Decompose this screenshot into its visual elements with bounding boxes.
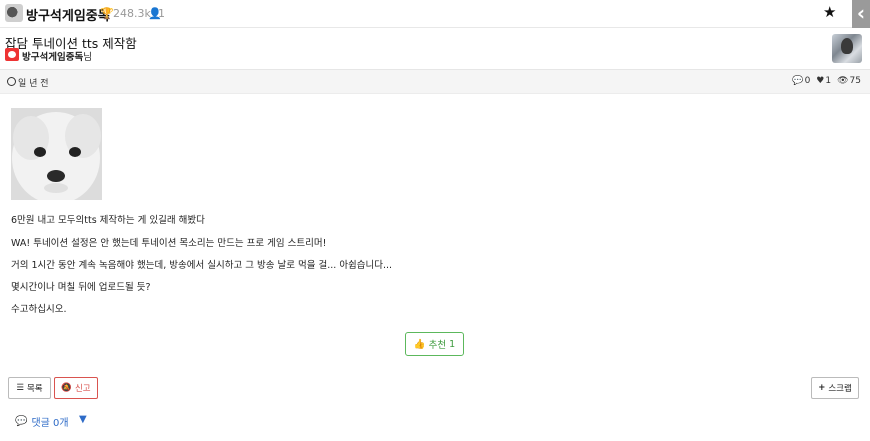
like-count: 1 [825,76,832,86]
post-time: 일 년 전 [18,79,49,89]
dog-photo [11,108,102,200]
triangle-down-icon[interactable]: ▼ [79,414,87,425]
bell-slash-icon: 🔕 [61,383,72,393]
author-name: 방구석게임중독 [22,52,84,63]
subscriber-count: 248.3k [113,7,151,20]
post-info-bar: 일 년 전 💬0 ♥1 👁75 [0,69,870,94]
post-body-line: 수고하십시오. [11,304,67,315]
post-stats: 💬0 ♥1 👁75 [792,76,861,86]
author-avatar[interactable] [832,34,862,63]
eye-icon: 👁 [837,76,849,86]
comments-toggle[interactable]: 💬 댓글 0개 [15,414,69,429]
clock-icon [7,77,16,86]
list-icon: ☰ [16,383,24,393]
comment-bubble-icon: 💬 [15,416,28,427]
post-body-line: 6만원 내고 모두의tts 제작하는 게 있길래 해봤다 [11,215,205,226]
channel-header: 방구석게임중독 🏆 248.3k 👤 1 ★ ‹ [0,0,870,28]
channel-avatar[interactable] [5,4,23,22]
heart-icon: ♥ [816,76,825,86]
list-label: 목록 [26,384,43,394]
post-author[interactable]: 방구석게임중독님 [22,49,92,63]
scrap-label: 스크랩 [828,384,852,394]
member-count: 1 [158,7,165,20]
view-count: 75 [849,76,861,86]
plus-icon: + [818,383,826,393]
post-image[interactable] [11,108,102,200]
author-badge-icon [5,48,19,61]
post-body-line: WA! 투네이션 설정은 안 했는데 투네이션 목소리는 만드는 프로 게임 스… [11,238,327,249]
list-button[interactable]: ☰ 목록 [8,377,51,399]
channel-name[interactable]: 방구석게임중독 [26,5,110,24]
post-body-line: 몇시간이나 며칠 뒤에 업로드될 듯? [11,282,151,293]
recommend-count: 1 [449,338,456,350]
thumbs-up-icon: 👍 [413,338,426,350]
scrap-button[interactable]: + 스크랩 [811,377,859,399]
star-icon[interactable]: ★ [823,3,836,21]
recommend-button[interactable]: 👍 추천 1 [405,332,464,356]
chevron-left-icon[interactable]: ‹ [852,0,870,28]
author-suffix: 님 [83,52,92,63]
report-label: 신고 [74,384,91,394]
comment-icon: 💬 [792,76,804,86]
comment-count: 0 [804,76,811,86]
recommend-label: 추천 [428,340,447,351]
report-button[interactable]: 🔕 신고 [54,377,98,399]
post-body-line: 거의 1시간 동안 계속 녹음해야 했는데, 방송에서 실시하고 그 방송 날로… [11,260,393,271]
comments-label: 댓글 0개 [31,418,69,429]
trophy-icon: 🏆 [100,7,114,20]
